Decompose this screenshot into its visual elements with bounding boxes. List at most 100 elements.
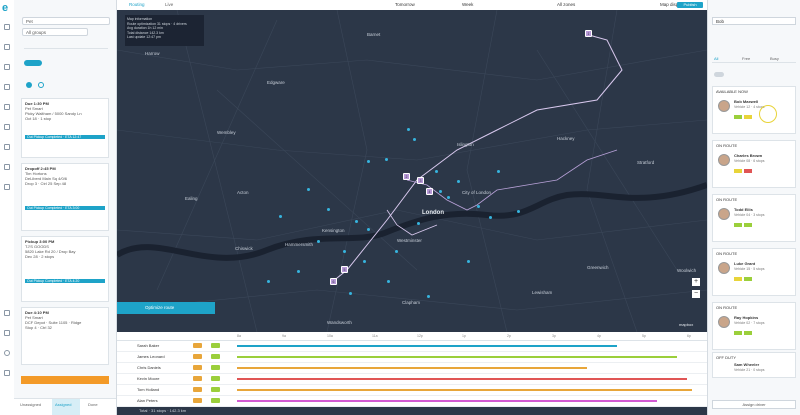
routes-icon[interactable]: [4, 64, 10, 70]
vehicles-icon[interactable]: [4, 104, 10, 110]
route-stop-pin[interactable]: 4: [426, 188, 433, 195]
tab-assigned[interactable]: Assigned: [55, 402, 71, 407]
timeline-row[interactable]: Sarah Baker: [117, 341, 707, 352]
view-selector[interactable]: Week: [462, 1, 473, 9]
stop-dot[interactable]: [267, 280, 270, 283]
route-bar[interactable]: [237, 378, 687, 380]
stop-dot[interactable]: [435, 170, 438, 173]
route-map[interactable]: Map information Route optimization 31 st…: [117, 10, 707, 332]
group-filter-select[interactable]: All groups: [22, 28, 88, 36]
stop-dot[interactable]: [467, 260, 470, 263]
shield-icon[interactable]: [26, 82, 32, 88]
drivers-icon[interactable]: [4, 84, 10, 90]
stop-dot[interactable]: [497, 170, 500, 173]
stop-dot[interactable]: [307, 188, 310, 191]
stop-dot[interactable]: [427, 295, 430, 298]
orders-icon[interactable]: [4, 44, 10, 50]
assign-driver-button[interactable]: Assign driver: [712, 400, 796, 409]
stop-dot[interactable]: [407, 128, 410, 131]
reports-icon[interactable]: [4, 124, 10, 130]
driver-card[interactable]: ON ROUTE Ray Hopkins Vehicle 02 · 7 stop…: [712, 302, 796, 350]
tab-routing[interactable]: Routing: [129, 1, 145, 9]
stop-dot[interactable]: [489, 216, 492, 219]
route-stop-pin[interactable]: 6: [330, 278, 337, 285]
toggle-switch[interactable]: [24, 60, 42, 66]
route-bar[interactable]: [237, 400, 657, 402]
route-bar[interactable]: [237, 367, 587, 369]
tab-all-drivers[interactable]: All: [714, 56, 718, 61]
stop-dot[interactable]: [279, 215, 282, 218]
hour-label: 5p: [642, 334, 646, 338]
stop-dot[interactable]: [517, 210, 520, 213]
driver-card[interactable]: ON ROUTE Todd Ellis Vehicle 04 · 3 stops: [712, 194, 796, 242]
place-label: Wembley: [217, 130, 236, 135]
stop-dot[interactable]: [363, 260, 366, 263]
stop-dot[interactable]: [327, 208, 330, 211]
tab-busy-drivers[interactable]: Busy: [770, 56, 779, 61]
stop-dot[interactable]: [387, 280, 390, 283]
user-avatar-icon[interactable]: [4, 350, 10, 356]
driver-avatar: [718, 262, 730, 274]
timeline-row[interactable]: James Leonard: [117, 352, 707, 363]
stop-dot[interactable]: [413, 138, 416, 141]
route-stop-pin[interactable]: 5: [341, 266, 348, 273]
timeline-row[interactable]: Alan Peters: [117, 396, 707, 407]
zoom-out-button[interactable]: −: [692, 290, 700, 298]
order-card-2[interactable]: Dropoff 2:45 PM Tim Hortons DeLiberd Mai…: [21, 163, 109, 231]
route-stop-pin[interactable]: 1: [585, 30, 592, 37]
stop-dot[interactable]: [343, 250, 346, 253]
logout-icon[interactable]: [4, 370, 10, 376]
settings-icon[interactable]: [4, 184, 10, 190]
dashboard-icon[interactable]: [4, 24, 10, 30]
place-label: Harrow: [145, 51, 160, 56]
optimize-route-button[interactable]: Optimize route: [117, 302, 215, 314]
timeline-row[interactable]: Kevin Moore: [117, 374, 707, 385]
check-icon[interactable]: [38, 82, 44, 88]
stop-dot[interactable]: [349, 292, 352, 295]
date-selector[interactable]: Tomorrow: [395, 1, 415, 9]
stop-dot[interactable]: [367, 228, 370, 231]
calendar-icon[interactable]: [4, 164, 10, 170]
tab-live[interactable]: Live: [165, 1, 173, 9]
order-card-3[interactable]: Pickup 3:00 PM TJ'S GOODS 5820 Lake Rd 2…: [21, 236, 109, 302]
timeline-panel: 8a 9a 10a 11a 12p 1p 2p 3p 4p 5p 6p Sara…: [117, 332, 707, 415]
stop-dot[interactable]: [385, 158, 388, 161]
notifications-icon[interactable]: [4, 330, 10, 336]
publish-button[interactable]: Publish: [677, 2, 703, 8]
driver-card[interactable]: OFF DUTY Sam Wheeler Vehicle 21 · 0 stop…: [712, 352, 796, 378]
zone-selector[interactable]: All zones: [557, 1, 575, 9]
order-card-1[interactable]: Due 1:30 PM Pet Smart Picky Waltham / 50…: [21, 98, 109, 158]
tab-unassigned[interactable]: Unassigned: [20, 402, 41, 407]
stop-dot[interactable]: [457, 180, 460, 183]
driver-card[interactable]: AVAILABLE NOW Bob Maxwell Vehicle 12 · 4…: [712, 86, 796, 134]
driver-card[interactable]: ON ROUTE Luke Grant Vehicle 15 · 5 stops: [712, 248, 796, 296]
driver-toggle[interactable]: [714, 72, 724, 77]
driver-search-input[interactable]: Bob: [712, 17, 796, 25]
app-logo[interactable]: e: [2, 3, 12, 14]
orange-action-bar[interactable]: [21, 376, 109, 384]
tab-done[interactable]: Done: [88, 402, 98, 407]
stop-dot[interactable]: [355, 220, 358, 223]
stop-dot[interactable]: [317, 240, 320, 243]
stop-dot[interactable]: [417, 222, 420, 225]
stop-dot[interactable]: [439, 190, 442, 193]
route-stop-pin[interactable]: 3: [417, 177, 424, 184]
stop-dot[interactable]: [297, 270, 300, 273]
stop-dot[interactable]: [395, 250, 398, 253]
route-bar[interactable]: [237, 345, 617, 347]
messages-icon[interactable]: [4, 144, 10, 150]
route-bar[interactable]: [237, 389, 692, 391]
stop-dot[interactable]: [447, 196, 450, 199]
timeline-row[interactable]: Tom Holland: [117, 385, 707, 396]
stop-dot[interactable]: [367, 160, 370, 163]
order-card-4[interactable]: Due 4:10 PM Pet Smart DCF Depot · Suite …: [21, 307, 109, 365]
zoom-in-button[interactable]: +: [692, 278, 700, 286]
left-search-input[interactable]: Pet: [22, 17, 110, 25]
route-stop-pin[interactable]: 2: [403, 173, 410, 180]
tab-free-drivers[interactable]: Free: [742, 56, 750, 61]
timeline-row[interactable]: Chris Daniels: [117, 363, 707, 374]
driver-card[interactable]: ON ROUTE Charles Brown Vehicle 08 · 6 st…: [712, 140, 796, 188]
route-bar[interactable]: [237, 356, 677, 358]
help-icon[interactable]: [4, 310, 10, 316]
stop-dot[interactable]: [477, 205, 480, 208]
